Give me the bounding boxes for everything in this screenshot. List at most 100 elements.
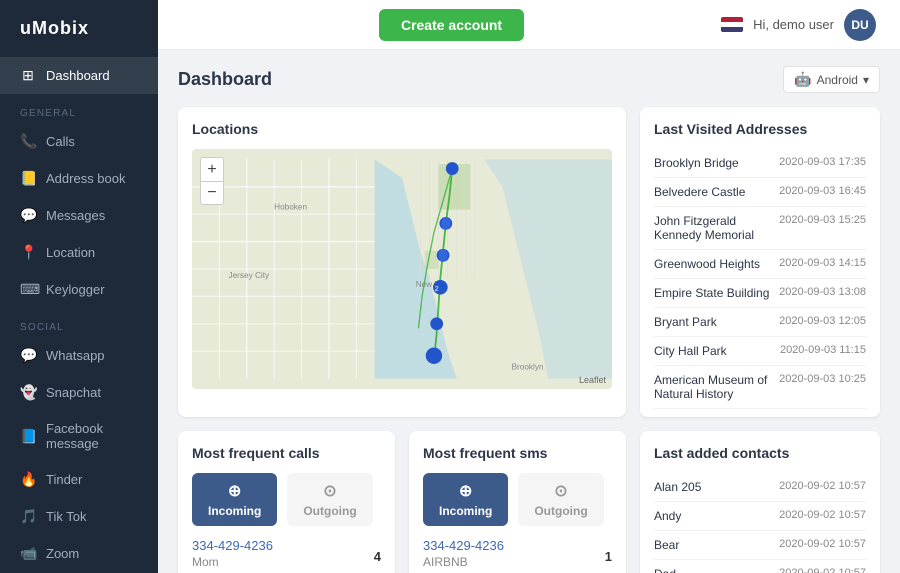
platform-label: Android xyxy=(817,73,858,87)
sidebar-item-label: Tik Tok xyxy=(46,509,86,524)
locations-card: Locations + − xyxy=(178,107,626,417)
bottom-grid: Most frequent calls ⊕ Incoming ⊙ Outgoin… xyxy=(178,431,880,573)
last-added-contacts-card: Last added contacts Alan 205 2020-09-02 … xyxy=(640,431,880,573)
topbar-right: Hi, demo user DU xyxy=(721,9,876,41)
address-item: Greenwood Heights 2020-09-03 14:15 xyxy=(654,250,866,279)
contacts-card-title: Last added contacts xyxy=(654,445,866,461)
calls-number: 334-429-4236 xyxy=(192,538,273,553)
last-visited-title: Last Visited Addresses xyxy=(654,121,866,137)
most-frequent-calls-card: Most frequent calls ⊕ Incoming ⊙ Outgoin… xyxy=(178,431,395,573)
user-greeting: Hi, demo user xyxy=(753,17,834,32)
sms-outgoing-label: Outgoing xyxy=(534,504,587,518)
sms-card-title: Most frequent sms xyxy=(423,445,612,461)
address-item: Bryant Park 2020-09-03 12:05 xyxy=(654,308,866,337)
address-name: American Museum of Natural History xyxy=(654,373,779,401)
chevron-down-icon: ▾ xyxy=(863,73,869,87)
sidebar-section-social: SOCIAL xyxy=(0,308,158,337)
sms-contact: AIRBNB xyxy=(423,555,504,569)
contact-item: Bear 2020-09-02 10:57 xyxy=(654,531,866,560)
sidebar-item-tiktok[interactable]: 🎵 Tik Tok xyxy=(0,498,158,535)
sidebar-item-dashboard[interactable]: ⊞ Dashboard xyxy=(0,57,158,94)
platform-badge[interactable]: 🤖 Android ▾ xyxy=(783,66,880,93)
contact-name: Alan 205 xyxy=(654,480,701,494)
whatsapp-icon: 💬 xyxy=(20,347,36,364)
keylogger-icon: ⌨ xyxy=(20,281,36,298)
contacts-list: Alan 205 2020-09-02 10:57 Andy 2020-09-0… xyxy=(654,473,866,573)
sidebar-section-general: GENERAL xyxy=(0,94,158,123)
address-item: Belvedere Castle 2020-09-03 16:45 xyxy=(654,178,866,207)
topbar-center: Create account xyxy=(379,9,524,41)
calls-outgoing-tab[interactable]: ⊙ Outgoing xyxy=(287,473,372,526)
incoming-sms-icon: ⊕ xyxy=(459,481,472,501)
address-name: Empire State Building xyxy=(654,286,769,300)
sidebar-item-label: Tinder xyxy=(46,472,82,487)
address-time: 2020-09-03 12:05 xyxy=(779,315,866,327)
address-time: 2020-09-03 xyxy=(810,416,866,417)
sidebar-item-label: Location xyxy=(46,245,95,260)
map-container[interactable]: + − xyxy=(192,149,612,389)
address-name: Belvedere Castle xyxy=(654,185,745,199)
leaflet-attribution: Leaflet xyxy=(579,375,606,385)
svg-text:Hoboken: Hoboken xyxy=(274,203,307,212)
address-item: American Museum of Natural History 2020-… xyxy=(654,366,866,409)
contact-time: 2020-09-02 10:57 xyxy=(779,480,866,494)
sidebar-item-keylogger[interactable]: ⌨ Keylogger xyxy=(0,271,158,308)
sidebar-item-messages[interactable]: 💬 Messages xyxy=(0,197,158,234)
sidebar-item-address-book[interactable]: 📒 Address book xyxy=(0,160,158,197)
address-time: 2020-09-03 16:45 xyxy=(779,185,866,197)
page-title: Dashboard xyxy=(178,69,272,90)
address-item: Brooklyn Bridge 2020-09-03 17:35 xyxy=(654,149,866,178)
map-zoom-controls[interactable]: + − xyxy=(200,157,224,205)
create-account-button[interactable]: Create account xyxy=(379,9,524,41)
calls-outgoing-label: Outgoing xyxy=(303,504,356,518)
contact-time: 2020-09-02 10:57 xyxy=(779,567,866,573)
topbar: Create account Hi, demo user DU xyxy=(158,0,900,50)
sidebar-item-label: Address book xyxy=(46,171,126,186)
android-icon: 🤖 xyxy=(794,71,811,88)
address-list: Brooklyn Bridge 2020-09-03 17:35 Belvede… xyxy=(654,149,866,417)
calls-info: 334-429-4236 Mom xyxy=(192,538,273,573)
last-visited-addresses-card: Last Visited Addresses Brooklyn Bridge 2… xyxy=(640,107,880,417)
sidebar-item-location[interactable]: 📍 Location xyxy=(0,234,158,271)
dashboard-icon: ⊞ xyxy=(20,67,36,84)
top-grid: Locations + − xyxy=(178,107,880,417)
svg-text:2: 2 xyxy=(435,284,439,293)
location-icon: 📍 xyxy=(20,244,36,261)
sidebar: uMobix ⊞ Dashboard GENERAL 📞 Calls 📒 Add… xyxy=(0,0,158,573)
calls-incoming-label: Incoming xyxy=(208,504,261,518)
address-name: ... xyxy=(654,416,664,417)
sidebar-item-label: Whatsapp xyxy=(46,348,105,363)
address-time: 2020-09-03 15:25 xyxy=(779,214,866,226)
contact-item: Dad 2020-09-02 10:57 xyxy=(654,560,866,573)
sidebar-item-label: Messages xyxy=(46,208,105,223)
calls-incoming-tab[interactable]: ⊕ Incoming xyxy=(192,473,277,526)
contact-time: 2020-09-02 10:57 xyxy=(779,538,866,552)
calls-icon: 📞 xyxy=(20,133,36,150)
messages-icon: 💬 xyxy=(20,207,36,224)
sms-incoming-tab[interactable]: ⊕ Incoming xyxy=(423,473,508,526)
outgoing-sms-icon: ⊙ xyxy=(554,481,567,501)
logo: uMobix xyxy=(0,0,158,57)
zoom-in-button[interactable]: + xyxy=(200,157,224,181)
sms-outgoing-tab[interactable]: ⊙ Outgoing xyxy=(518,473,603,526)
sidebar-item-whatsapp[interactable]: 💬 Whatsapp xyxy=(0,337,158,374)
sidebar-item-snapchat[interactable]: 👻 Snapchat xyxy=(0,374,158,411)
sidebar-item-facebook[interactable]: 📘 Facebook message xyxy=(0,411,158,461)
sidebar-item-calls[interactable]: 📞 Calls xyxy=(0,123,158,160)
calls-card-title: Most frequent calls xyxy=(192,445,381,461)
sidebar-item-tinder[interactable]: 🔥 Tinder xyxy=(0,461,158,498)
sms-incoming-label: Incoming xyxy=(439,504,492,518)
calls-count: 4 xyxy=(374,549,381,564)
sms-tab-group: ⊕ Incoming ⊙ Outgoing xyxy=(423,473,612,526)
sidebar-item-zoom[interactable]: 📹 Zoom xyxy=(0,535,158,572)
sidebar-item-label: Keylogger xyxy=(46,282,105,297)
sidebar-item-label: Facebook message xyxy=(46,421,138,451)
address-item: Empire State Building 2020-09-03 13:08 xyxy=(654,279,866,308)
calls-row: 334-429-4236 Mom 4 xyxy=(192,538,381,573)
address-time: 2020-09-03 14:15 xyxy=(779,257,866,269)
svg-text:Brooklyn: Brooklyn xyxy=(512,362,544,371)
calls-contact: Mom xyxy=(192,555,273,569)
address-book-icon: 📒 xyxy=(20,170,36,187)
address-name: Brooklyn Bridge xyxy=(654,156,739,170)
zoom-out-button[interactable]: − xyxy=(200,181,224,205)
